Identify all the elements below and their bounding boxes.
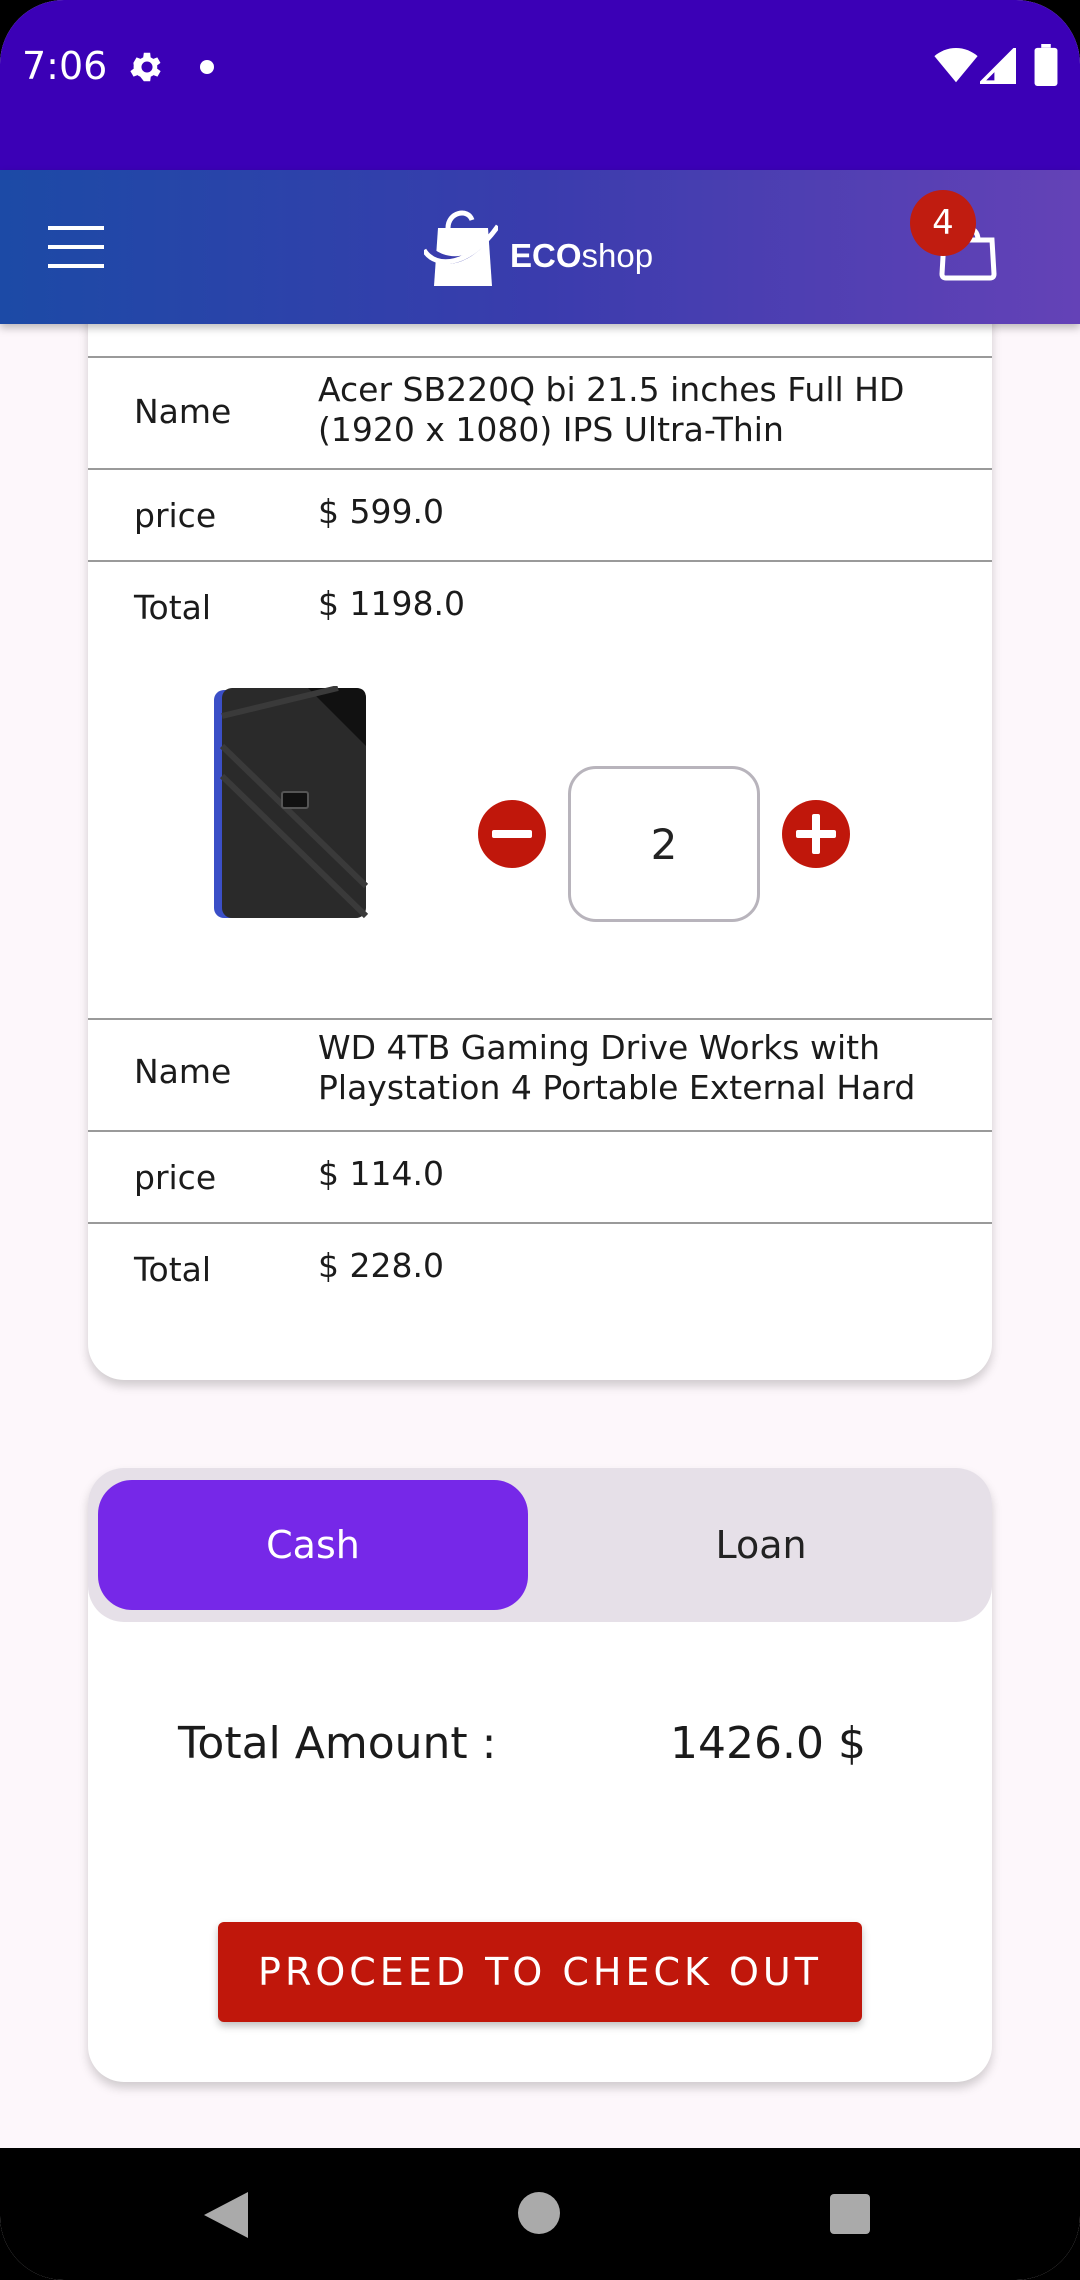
cart-items-card: Name Acer SB220Q bi 21.5 inches Full HD … — [88, 324, 992, 1380]
increase-quantity-button[interactable] — [782, 800, 850, 868]
product-name-row: Name WD 4TB Gaming Drive Works with Play… — [88, 1018, 992, 1130]
payment-method-toggle: Cash Loan — [88, 1468, 992, 1622]
status-time: 7:06 — [22, 44, 108, 88]
product-name-row: Name Acer SB220Q bi 21.5 inches Full HD … — [88, 356, 992, 468]
gear-icon — [130, 52, 161, 82]
price-label: price — [134, 496, 217, 535]
product-total-row: Total $ 1198.0 — [88, 560, 992, 652]
quantity-display: 2 — [568, 766, 760, 922]
hamburger-menu-icon[interactable] — [48, 224, 104, 270]
product-name: Acer SB220Q bi 21.5 inches Full HD (1920… — [318, 370, 905, 449]
product-price: $ 114.0 — [318, 1154, 444, 1193]
minus-icon — [492, 830, 532, 838]
payment-card: Cash Loan Total Amount : 1426.0 $ PROCEE… — [88, 1468, 992, 2082]
plus-icon — [796, 814, 836, 854]
wifi-icon — [934, 48, 978, 83]
status-bar: 7:06 — [0, 0, 1080, 170]
home-icon[interactable] — [518, 2192, 560, 2234]
total-label: Total — [134, 588, 212, 627]
recent-apps-icon[interactable] — [830, 2194, 870, 2234]
product-image — [214, 686, 368, 919]
shopping-bag-logo-icon — [424, 210, 498, 286]
signal-icon — [980, 48, 1016, 84]
logo-text: ECOshop — [510, 237, 654, 274]
price-label: price — [134, 1158, 217, 1197]
total-label: Total — [134, 1250, 212, 1289]
cart-count-badge: 4 — [910, 190, 976, 256]
product-price: $ 599.0 — [318, 492, 444, 531]
back-icon[interactable] — [204, 2192, 248, 2238]
total-amount-value: 1426.0 $ — [670, 1718, 866, 1769]
notification-dot-icon — [200, 60, 214, 74]
loan-option-button[interactable]: Loan — [540, 1480, 982, 1610]
cash-option-button[interactable]: Cash — [98, 1480, 528, 1610]
cart-content[interactable]: Name Acer SB220Q bi 21.5 inches Full HD … — [0, 324, 1080, 2148]
system-navigation-bar — [0, 2148, 1080, 2280]
ecoshop-logo: ECOshop — [424, 202, 653, 292]
product-price-row: price $ 599.0 — [88, 468, 992, 560]
total-amount-label: Total Amount : — [178, 1718, 497, 1769]
battery-icon — [1034, 44, 1058, 86]
product-total: $ 1198.0 — [318, 584, 465, 623]
product-price-row: price $ 114.0 — [88, 1130, 992, 1222]
phone-screen: 7:06 ECOshop 4 Name Acer SB220Q bi 21.5 … — [0, 0, 1080, 2280]
name-label: Name — [134, 392, 232, 431]
app-bar: ECOshop 4 — [0, 170, 1080, 324]
name-label: Name — [134, 1052, 232, 1091]
decrease-quantity-button[interactable] — [478, 800, 546, 868]
product-total-row: Total $ 228.0 — [88, 1222, 992, 1314]
proceed-to-checkout-button[interactable]: PROCEED TO CHECK OUT — [218, 1922, 862, 2022]
product-total: $ 228.0 — [318, 1246, 444, 1285]
product-name: WD 4TB Gaming Drive Works with Playstati… — [318, 1028, 916, 1107]
